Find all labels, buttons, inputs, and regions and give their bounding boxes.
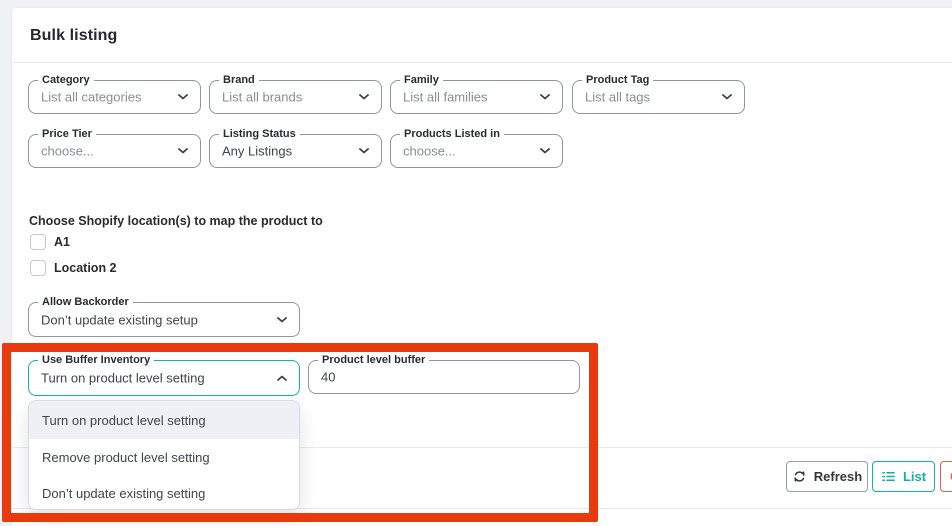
refresh-button[interactable]: Refresh	[786, 461, 868, 492]
checkbox-a1[interactable]	[30, 234, 46, 250]
page-title: Bulk listing	[30, 27, 117, 45]
header-divider	[12, 62, 952, 63]
list-button[interactable]: List	[872, 461, 935, 492]
location-option-a1[interactable]: A1	[30, 233, 70, 250]
locations-heading: Choose Shopify location(s) to map the pr…	[29, 214, 323, 228]
family-label: Family	[400, 74, 443, 87]
list-icon	[881, 469, 896, 484]
chevron-down-icon	[359, 148, 369, 154]
allow-backorder-value: Don’t update existing setup	[41, 312, 198, 327]
brand-value: List all brands	[222, 90, 302, 105]
use-buffer-inventory-value: Turn on product level setting	[41, 371, 205, 386]
family-select[interactable]: Family List all families	[390, 80, 563, 114]
listing-status-select[interactable]: Listing Status Any Listings	[209, 134, 382, 168]
listing-status-value: Any Listings	[222, 144, 292, 159]
refresh-icon	[792, 469, 807, 484]
buffer-inventory-dropdown-menu: Turn on product level setting Remove pro…	[28, 400, 300, 510]
list-button-label: List	[903, 469, 926, 484]
category-value: List all categories	[41, 90, 141, 105]
menu-option-dont-update[interactable]: Don’t update existing setting	[29, 475, 299, 510]
product-level-buffer-label: Product level buffer	[318, 354, 429, 367]
price-tier-select[interactable]: Price Tier choose...	[28, 134, 201, 168]
chevron-down-icon	[359, 94, 369, 100]
chevron-down-icon	[178, 148, 188, 154]
chevron-down-icon	[540, 94, 550, 100]
refresh-button-label: Refresh	[814, 469, 862, 484]
chevron-down-icon	[540, 148, 550, 154]
products-listed-in-value: choose...	[403, 144, 456, 159]
category-label: Category	[38, 74, 94, 87]
product-level-buffer-value: 40	[321, 370, 335, 385]
menu-option-remove[interactable]: Remove product level setting	[29, 439, 299, 475]
bulk-listing-page: Bulk listing Category List all categorie…	[0, 0, 952, 526]
brand-select[interactable]: Brand List all brands	[209, 80, 382, 114]
menu-option-turn-on[interactable]: Turn on product level setting	[29, 401, 299, 439]
bulk-listing-card: Bulk listing Category List all categorie…	[12, 8, 952, 526]
family-value: List all families	[403, 90, 488, 105]
listing-status-label: Listing Status	[219, 128, 300, 141]
allow-backorder-select[interactable]: Allow Backorder Don’t update existing se…	[28, 302, 300, 337]
product-tag-value: List all tags	[585, 90, 650, 105]
use-buffer-inventory-label: Use Buffer Inventory	[38, 354, 154, 367]
use-buffer-inventory-select[interactable]: Use Buffer Inventory Turn on product lev…	[28, 360, 300, 396]
location-option-location2[interactable]: Location 2	[30, 259, 117, 276]
price-tier-label: Price Tier	[38, 128, 96, 141]
category-select[interactable]: Category List all categories	[28, 80, 201, 114]
price-tier-value: choose...	[41, 144, 94, 159]
checkbox-a1-label: A1	[54, 235, 70, 249]
checkbox-location2[interactable]	[30, 260, 46, 276]
allow-backorder-label: Allow Backorder	[38, 296, 133, 309]
brand-label: Brand	[219, 74, 259, 87]
products-listed-in-select[interactable]: Products Listed in choose...	[390, 134, 563, 168]
chevron-down-icon	[722, 94, 732, 100]
chevron-up-icon	[277, 375, 287, 381]
product-level-buffer-field[interactable]: Product level buffer 40	[308, 360, 580, 394]
product-tag-label: Product Tag	[582, 74, 653, 87]
chevron-down-icon	[277, 317, 287, 323]
clipped-action-button[interactable]: C	[940, 461, 952, 492]
checkbox-location2-label: Location 2	[54, 261, 117, 275]
product-tag-select[interactable]: Product Tag List all tags	[572, 80, 745, 114]
products-listed-in-label: Products Listed in	[400, 128, 504, 141]
chevron-down-icon	[178, 94, 188, 100]
